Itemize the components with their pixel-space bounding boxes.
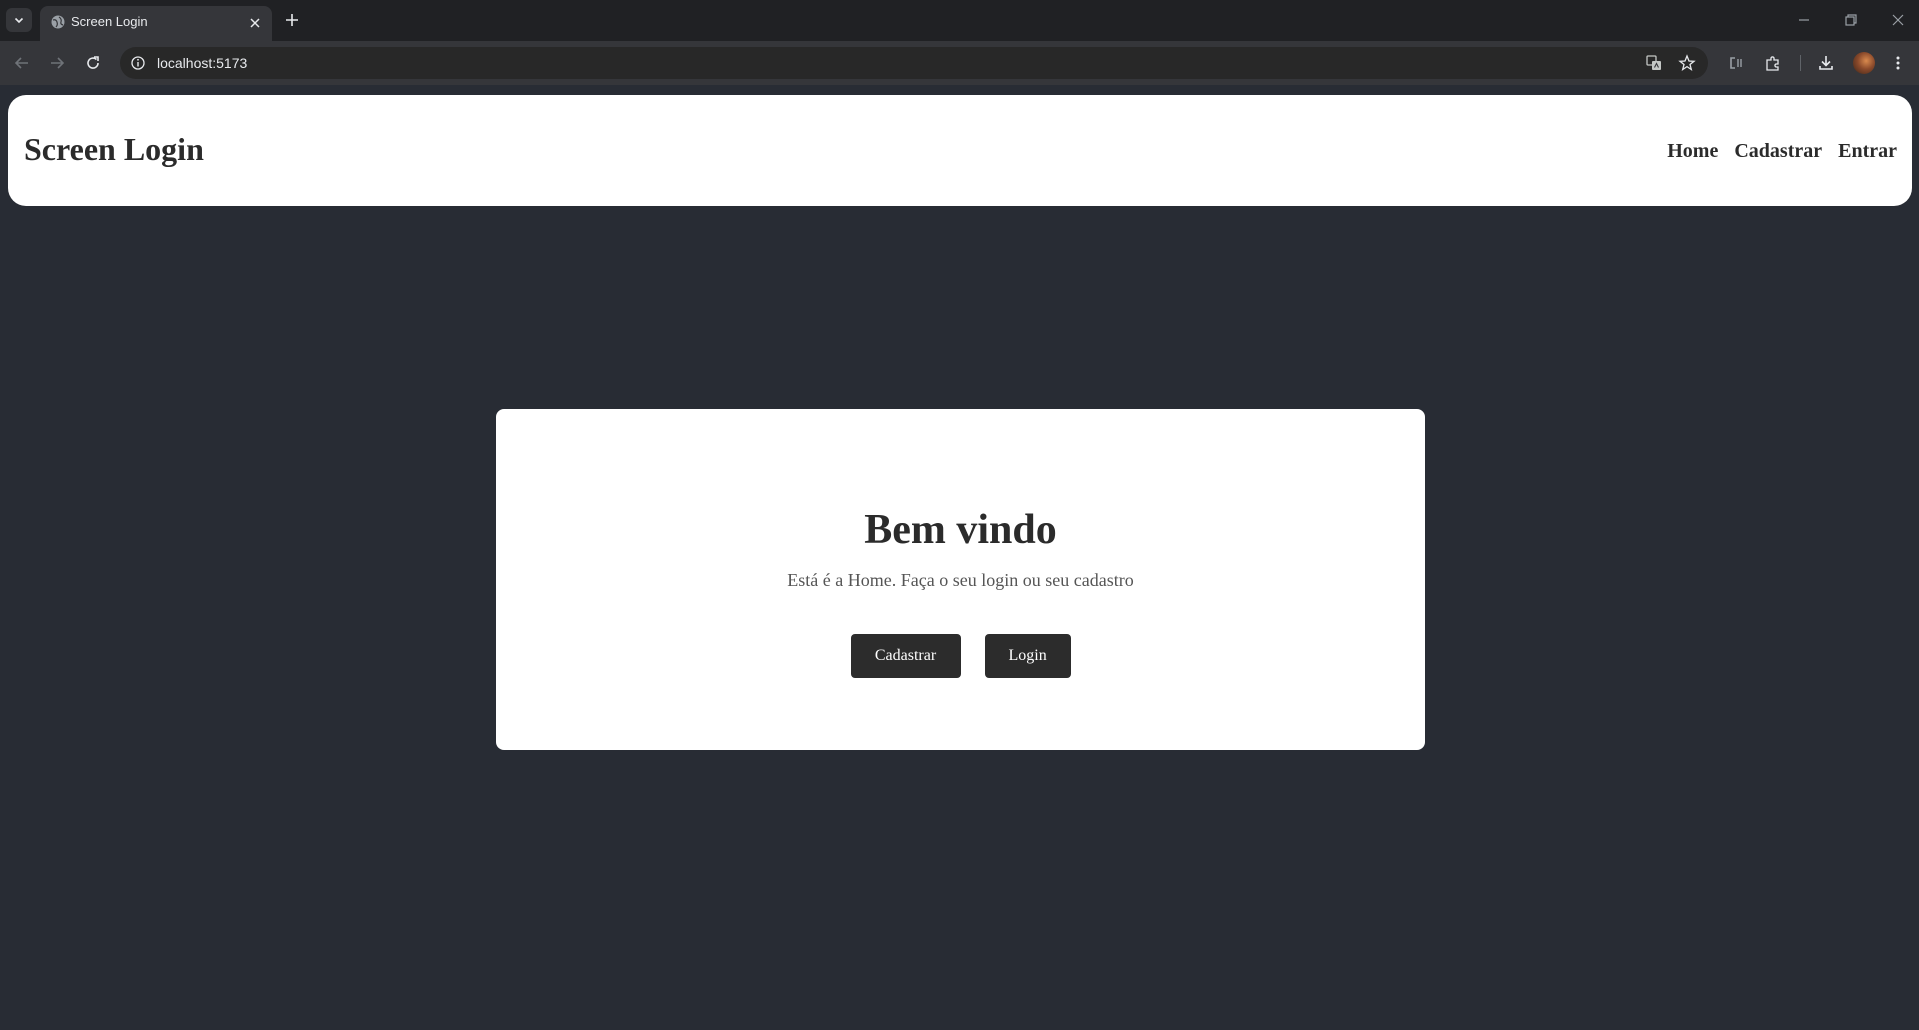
translate-icon[interactable] (1644, 53, 1664, 73)
nav-link-home[interactable]: Home (1667, 139, 1718, 163)
nav-link-entrar[interactable]: Entrar (1838, 139, 1897, 163)
login-button[interactable]: Login (984, 634, 1071, 678)
tab-search-button[interactable] (6, 8, 32, 32)
kebab-menu-icon[interactable] (1888, 53, 1908, 73)
reload-icon[interactable] (83, 53, 103, 73)
browser-toolbar: localhost:5173 (0, 41, 1919, 85)
address-bar[interactable]: localhost:5173 (120, 47, 1708, 79)
back-arrow-icon[interactable] (12, 53, 32, 73)
browser-tab-strip: Screen Login (0, 0, 1919, 41)
restore-icon[interactable] (1841, 10, 1861, 30)
download-icon[interactable] (1816, 53, 1836, 73)
toolbar-divider (1800, 55, 1801, 71)
window-close-icon[interactable] (1888, 10, 1908, 30)
new-tab-plus-icon[interactable] (282, 10, 302, 30)
site-navbar: Screen Login Home Cadastrar Entrar (8, 95, 1912, 206)
site-brand-title: Screen Login (24, 131, 204, 167)
puzzle-extensions-icon[interactable] (1763, 53, 1783, 73)
bookmark-star-icon[interactable] (1677, 53, 1697, 73)
nav-link-cadastrar[interactable]: Cadastrar (1734, 139, 1822, 163)
card-actions: Cadastrar Login (496, 634, 1425, 678)
forward-arrow-icon[interactable] (47, 53, 67, 73)
welcome-heading: Bem vindo (864, 507, 1057, 553)
nav-links: Home Cadastrar Entrar (1667, 139, 1897, 163)
welcome-subtitle: Está é a Home. Faça o seu login ou seu c… (787, 570, 1134, 590)
site-info-icon[interactable] (130, 55, 146, 71)
extension-cast-icon[interactable] (1726, 53, 1746, 73)
url-text: localhost:5173 (157, 55, 248, 71)
page-viewport: Screen Login Home Cadastrar Entrar Bem v… (0, 85, 1919, 1030)
browser-tab[interactable]: Screen Login (40, 6, 272, 41)
close-icon[interactable] (246, 14, 264, 32)
profile-avatar[interactable] (1853, 52, 1875, 74)
chevron-down-icon (14, 17, 24, 24)
welcome-card: Bem vindo Está é a Home. Faça o seu logi… (496, 409, 1425, 750)
tab-title: Screen Login (71, 14, 148, 29)
globe-icon (51, 15, 65, 29)
minimize-icon[interactable] (1794, 10, 1814, 30)
cadastrar-button[interactable]: Cadastrar (850, 634, 961, 678)
